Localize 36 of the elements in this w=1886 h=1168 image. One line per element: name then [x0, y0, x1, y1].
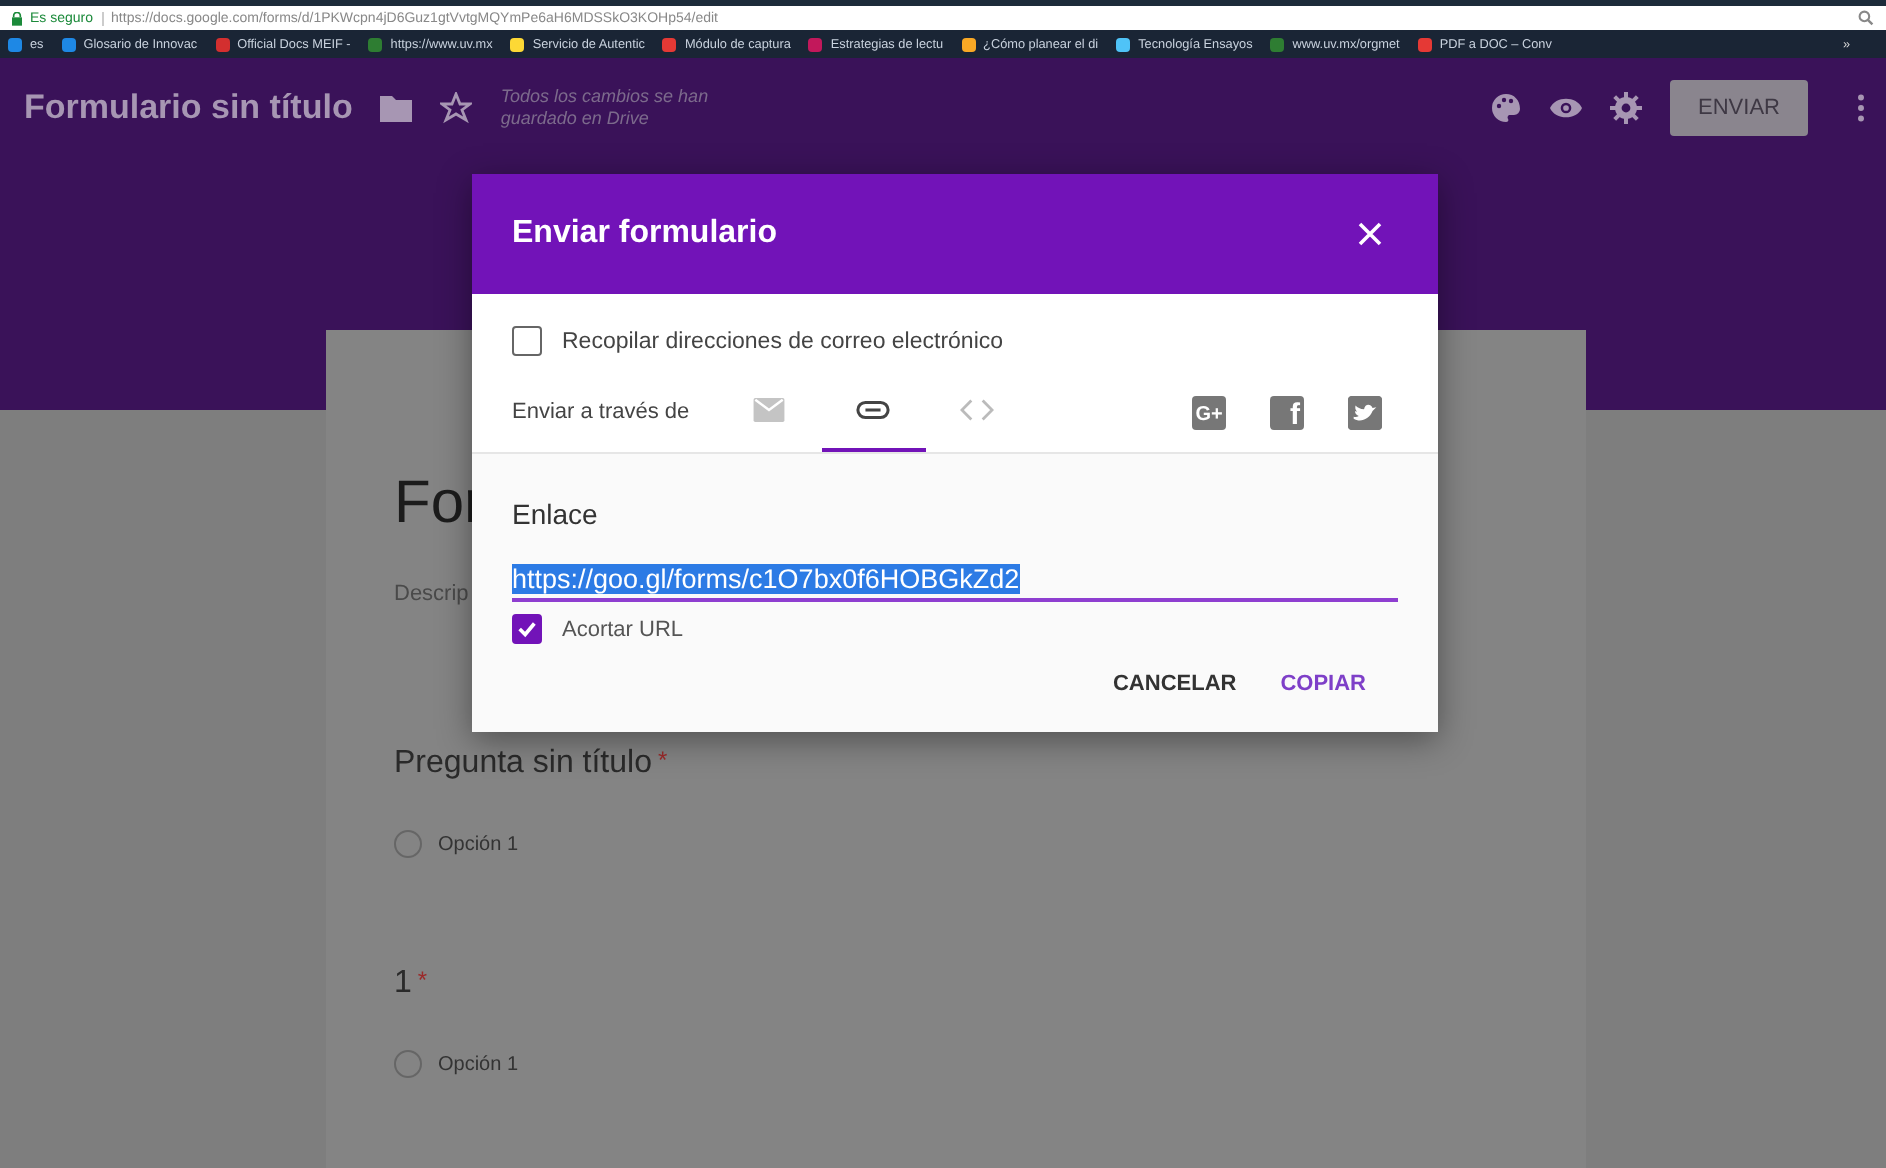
option-label: Opción 1 [438, 833, 519, 855]
checkbox-label: Acortar URL [562, 617, 684, 641]
option-label: Opción 1 [438, 1053, 519, 1075]
close-icon[interactable] [1358, 222, 1382, 246]
dialog-title: Enviar formulario [512, 216, 777, 252]
radio-button[interactable] [394, 830, 422, 858]
palette-icon[interactable] [1490, 92, 1523, 124]
star-icon[interactable] [440, 92, 473, 124]
radio-button[interactable] [394, 1050, 422, 1078]
checkbox[interactable] [512, 326, 542, 356]
mail-icon [752, 398, 787, 422]
link-icon [856, 398, 891, 422]
question-title: Pregunta sin título [394, 746, 652, 782]
checkbox[interactable] [512, 614, 542, 644]
required-mark: * [657, 746, 668, 778]
facebook-icon[interactable]: f [1270, 395, 1304, 429]
required-mark: * [417, 966, 428, 998]
zoom-icon[interactable] [1858, 10, 1874, 26]
form-title: Formulario sin título [24, 88, 353, 128]
code-icon [960, 398, 995, 422]
checkbox-label: Recopilar direcciones de correo electrónico [562, 329, 1004, 353]
lock-icon [12, 11, 22, 25]
link-section-title: Enlace [512, 498, 600, 530]
check-icon [516, 618, 538, 640]
settings-icon[interactable] [1610, 92, 1643, 124]
link-field[interactable]: https://goo.gl/forms/c1O7bx0f6HOBGkZd2 [512, 562, 1398, 602]
bird-icon[interactable] [1348, 395, 1382, 429]
autosave-status: Todos los cambios se han guardado en Drive [500, 86, 711, 130]
copy-button[interactable]: COPIAR [1264, 660, 1382, 708]
cancel-button[interactable]: CANCELAR [1096, 660, 1253, 708]
more-menu-icon[interactable] [1856, 94, 1866, 122]
google-plus-icon[interactable]: G+ [1192, 395, 1226, 429]
form-description: Descrip [394, 582, 469, 606]
folder-icon[interactable] [380, 92, 413, 124]
send-via-label: Enviar a través de [512, 400, 690, 424]
question-title: 1 [394, 966, 412, 1002]
